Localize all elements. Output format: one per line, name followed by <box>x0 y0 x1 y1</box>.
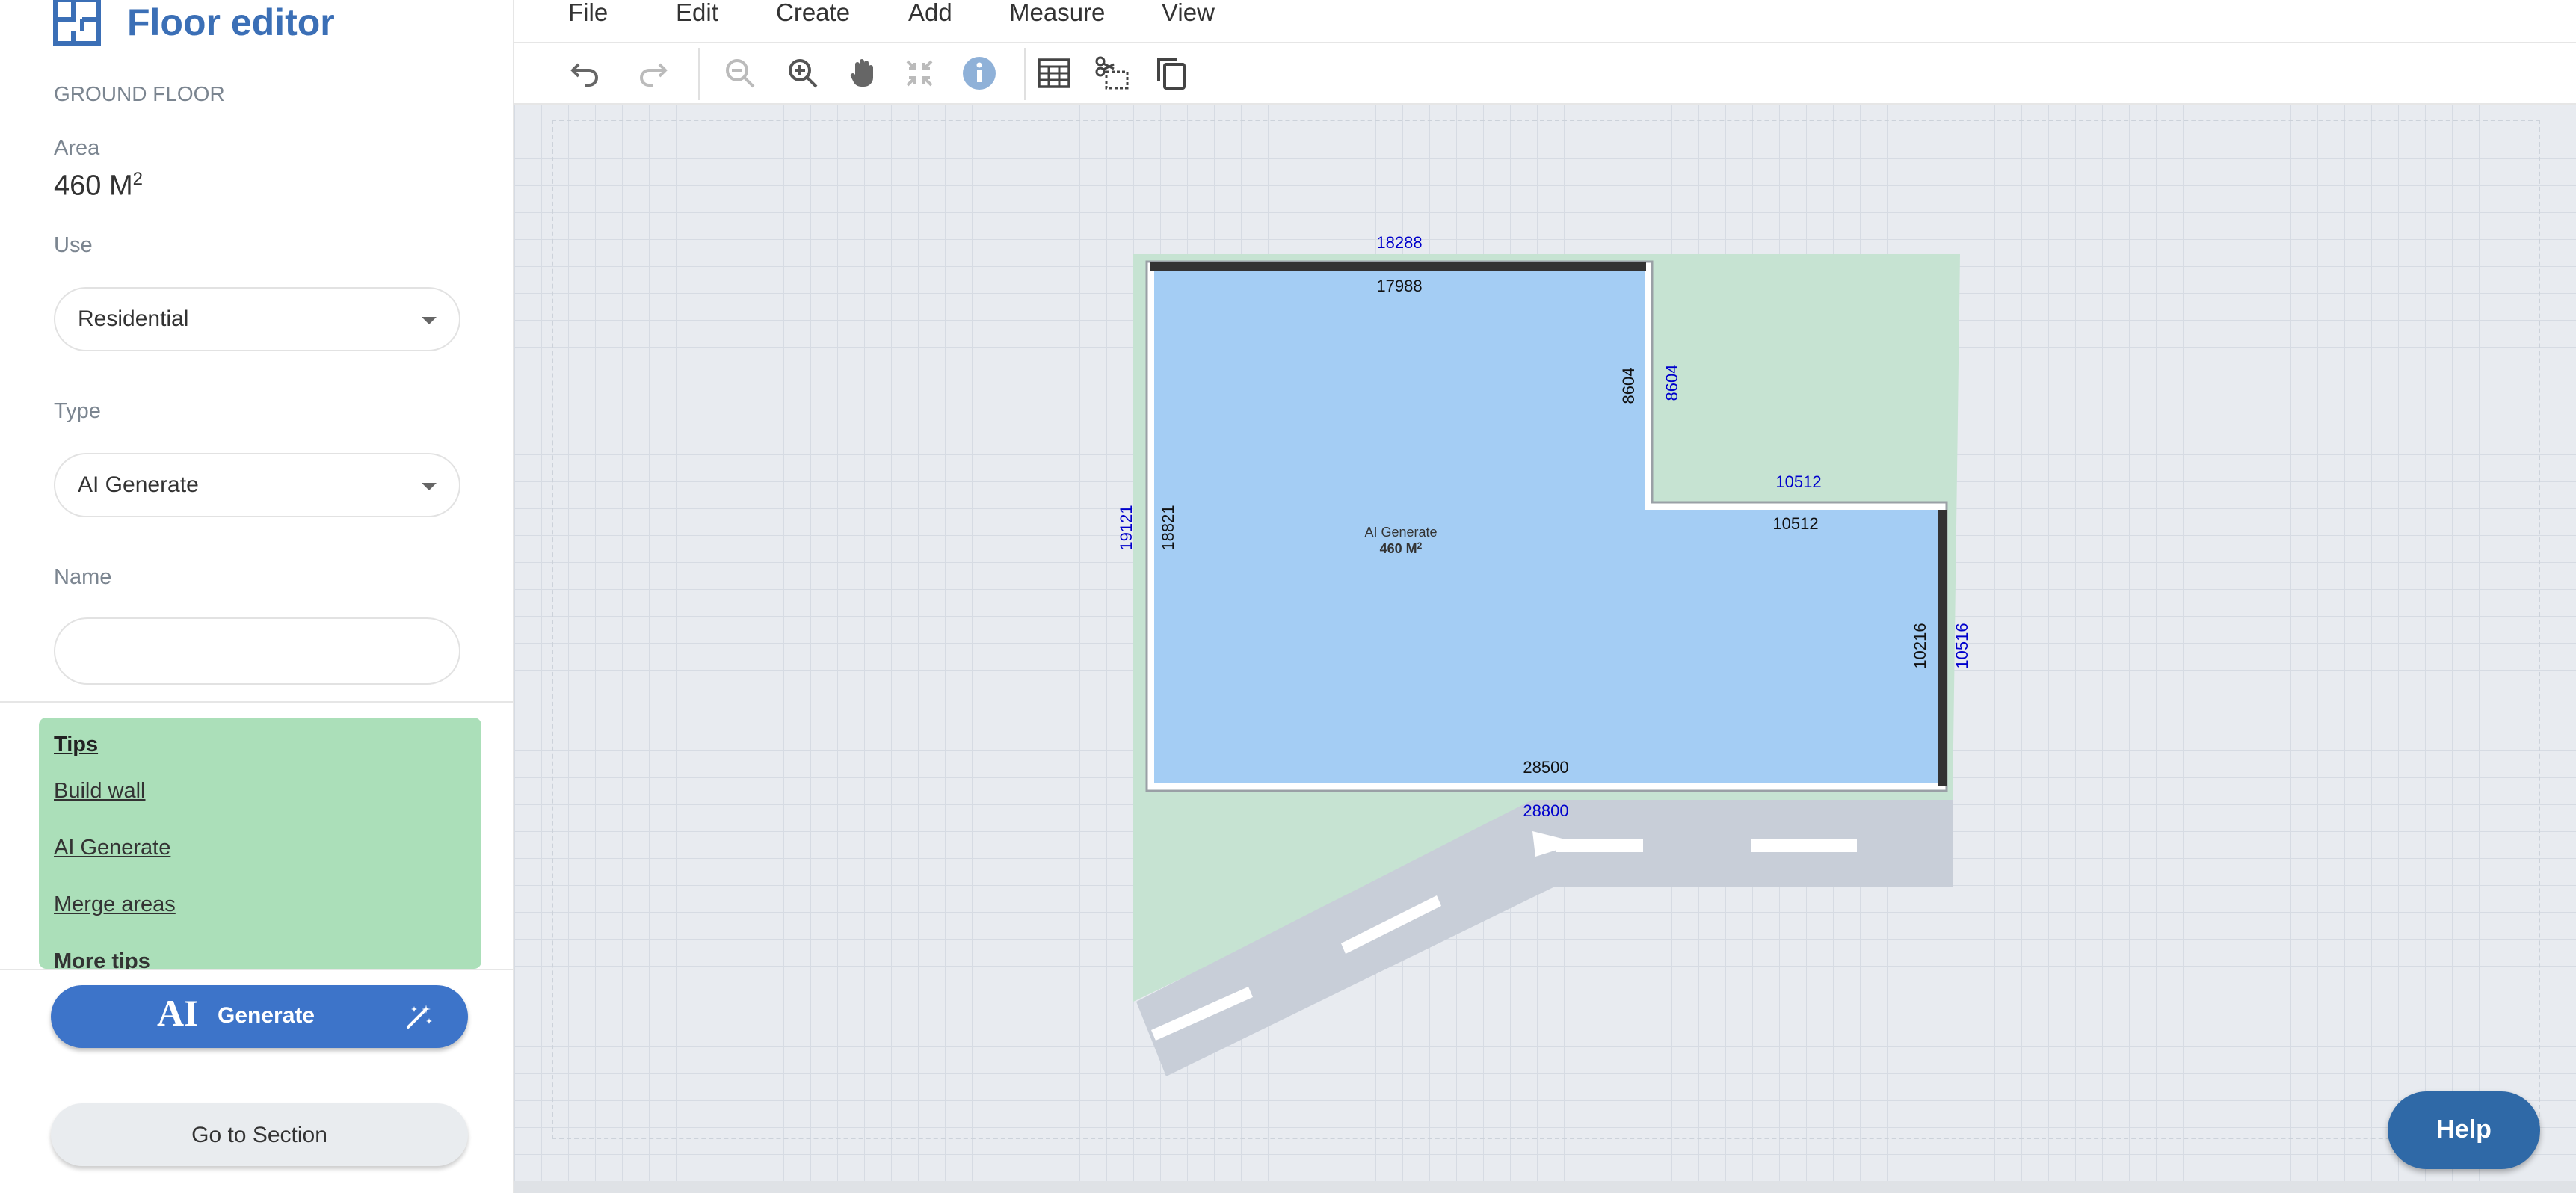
room-label: AI Generate <box>1364 525 1437 540</box>
wall-top <box>1150 262 1646 271</box>
dim-inner-right: 10216 <box>1911 623 1929 668</box>
help-label: Help <box>2436 1115 2492 1144</box>
floor-plan[interactable]: AI Generate 460 M2 17988 18821 8604 1051… <box>0 0 2576 1193</box>
wall-right-lower <box>1938 510 1947 786</box>
dim-inner-step-horizontal: 10512 <box>1772 514 1818 533</box>
dim-inner-step-vertical: 8604 <box>1619 368 1638 404</box>
help-button[interactable]: Help <box>2388 1091 2540 1169</box>
dim-outer-step-vertical: 8604 <box>1663 365 1681 401</box>
dim-outer-left: 19121 <box>1117 505 1136 550</box>
horizontal-scrollbar[interactable] <box>514 1181 2576 1193</box>
dim-outer-top: 18288 <box>1376 233 1422 252</box>
dim-outer-bottom: 28800 <box>1523 801 1568 820</box>
dim-inner-left: 18821 <box>1159 505 1177 550</box>
dim-outer-step-horizontal: 10512 <box>1775 472 1821 491</box>
dim-inner-bottom: 28500 <box>1523 758 1568 777</box>
room-area-label: 460 M2 <box>1380 540 1423 556</box>
dim-outer-right: 10516 <box>1953 623 1971 668</box>
dim-inner-top: 17988 <box>1376 277 1422 295</box>
